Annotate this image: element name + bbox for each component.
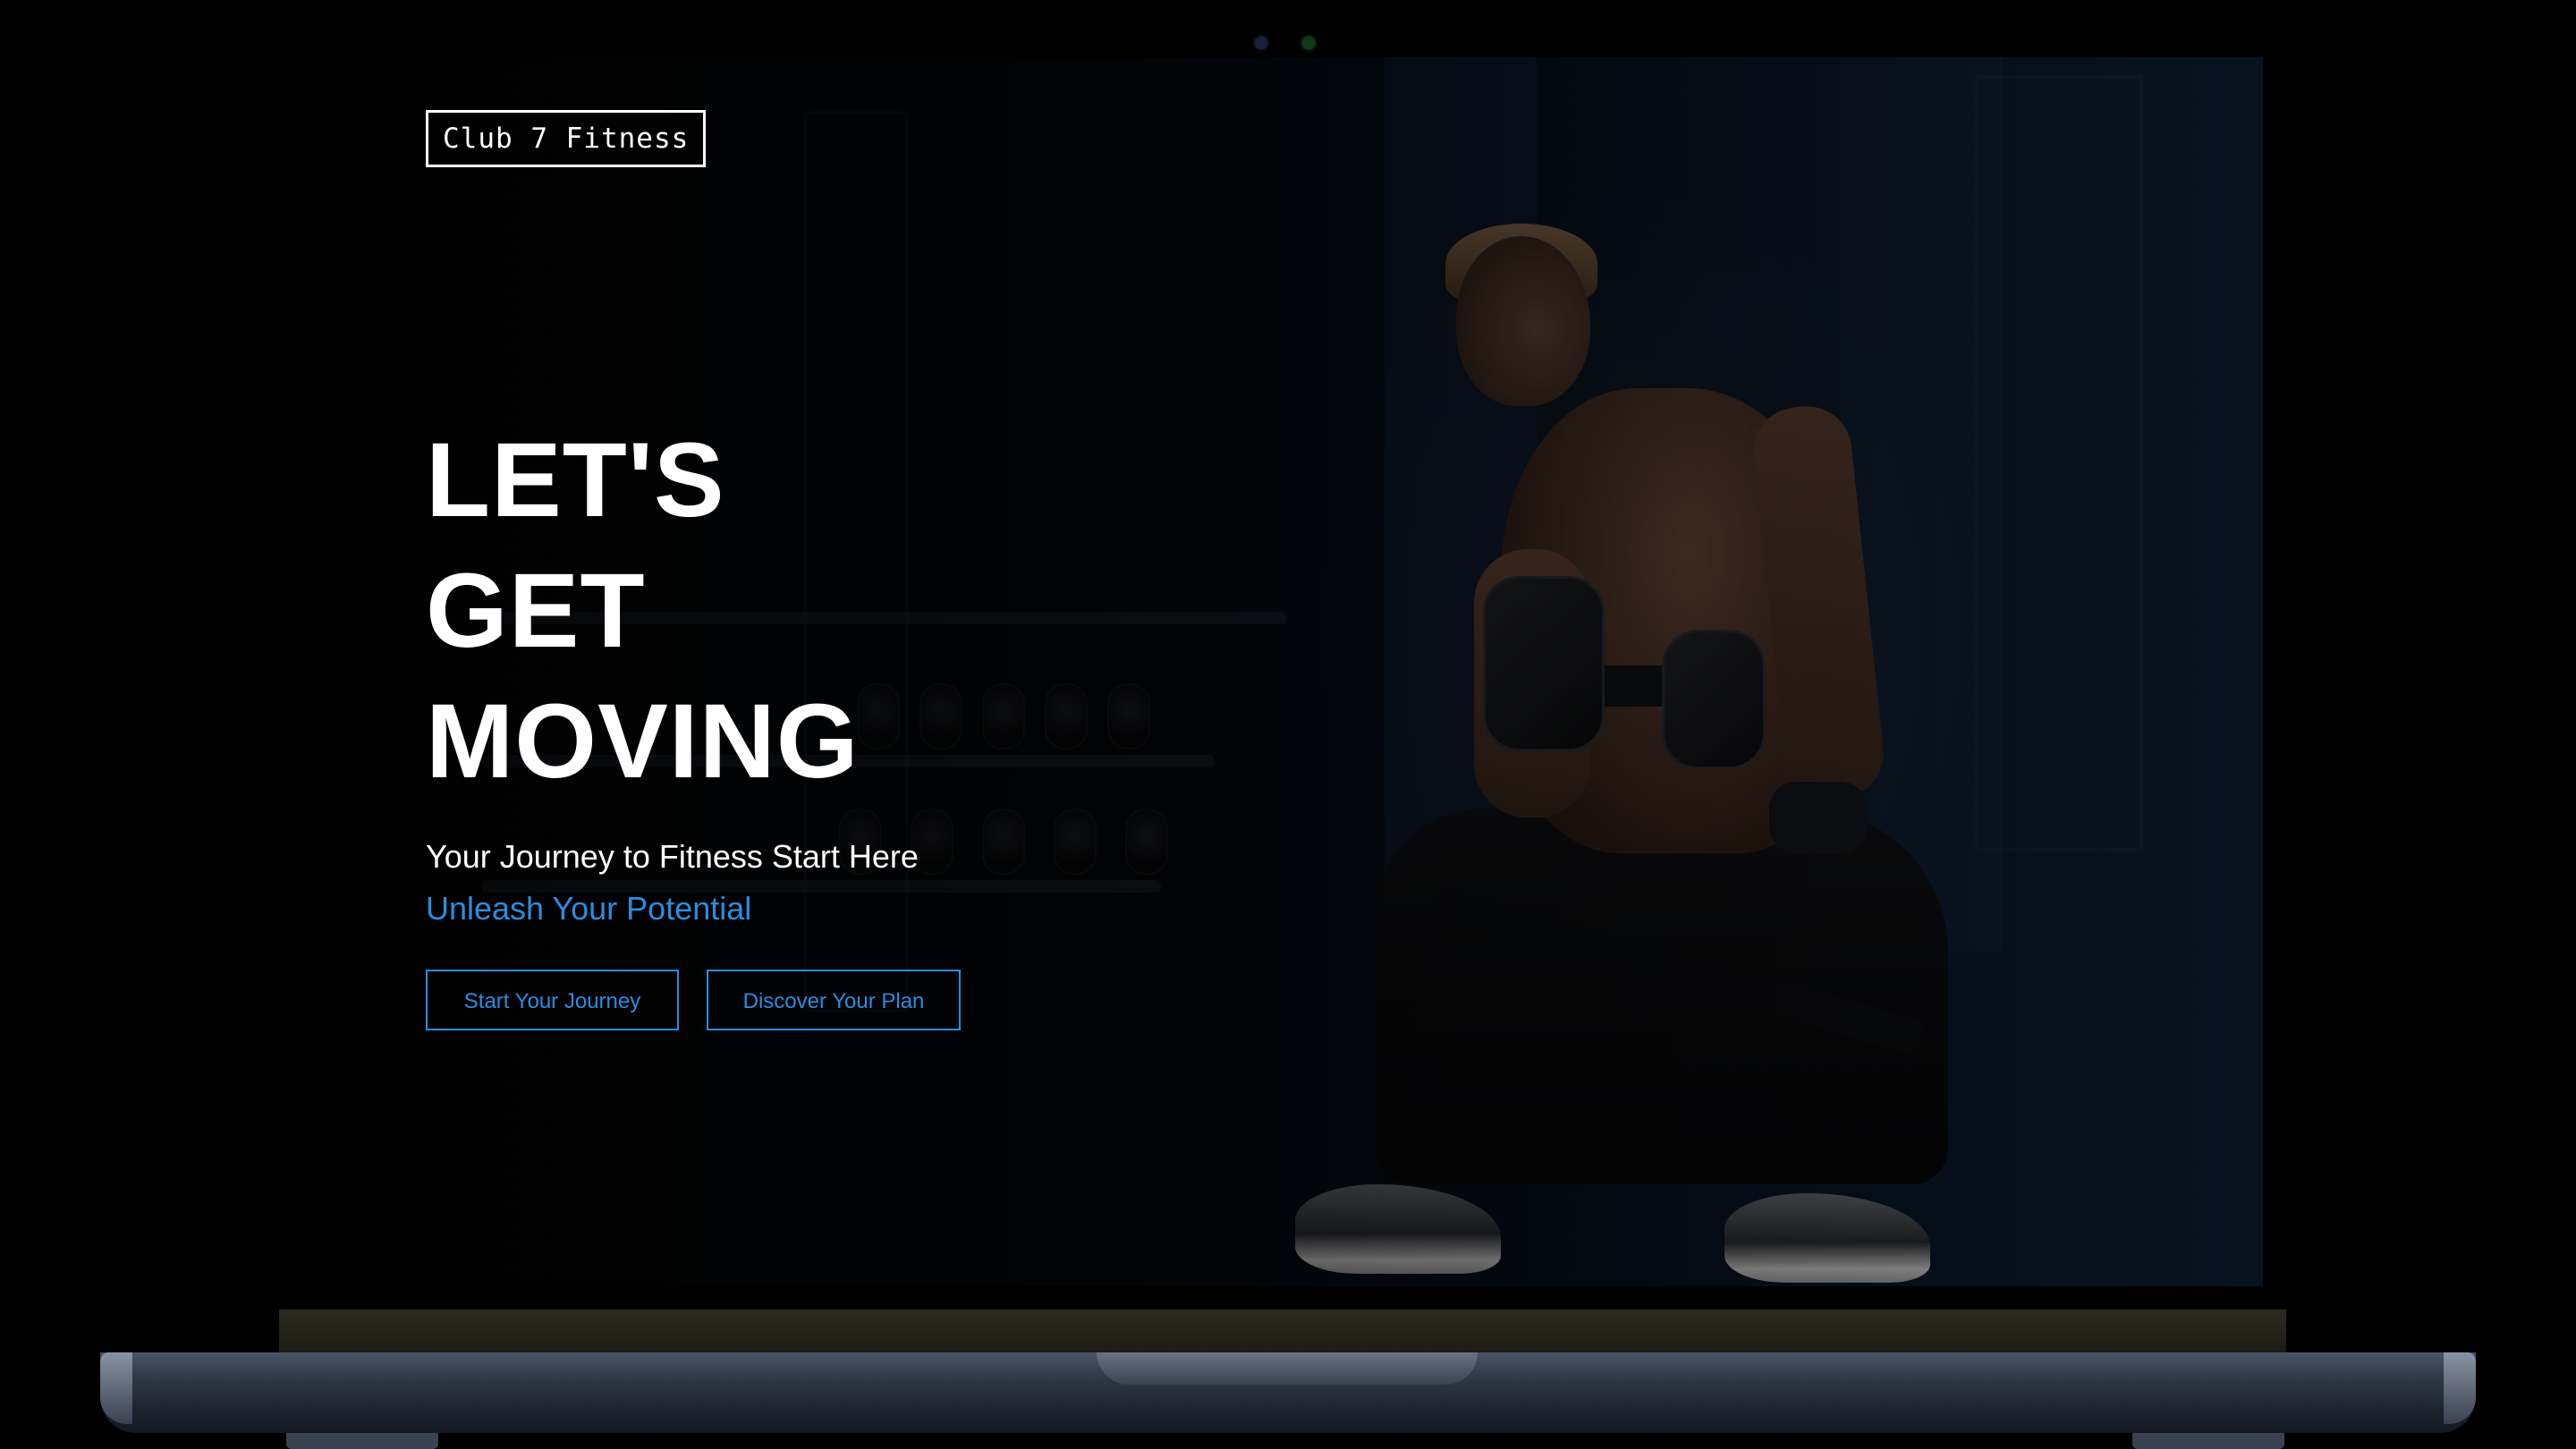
laptop-foot <box>2132 1433 2284 1449</box>
camera-indicator-light <box>1302 37 1315 49</box>
hero-subtagline: Unleash Your Potential <box>426 890 752 927</box>
laptop-base-edge <box>100 1352 132 1424</box>
laptop-foot <box>286 1433 438 1449</box>
discover-plan-button[interactable]: Discover Your Plan <box>707 970 961 1030</box>
hero-tagline: Your Journey to Fitness Start Here <box>426 838 919 875</box>
hero-headline: LET'S GET MOVING <box>426 415 860 807</box>
laptop-mockup: Club 7 Fitness LET'S GET MOVING Your Jou… <box>0 0 2576 1449</box>
headline-line: LET'S <box>426 421 725 539</box>
website-hero-screen: Club 7 Fitness LET'S GET MOVING Your Jou… <box>302 57 2263 1286</box>
headline-line: MOVING <box>426 682 860 801</box>
headline-line: GET <box>426 552 646 670</box>
laptop-hinge <box>279 1309 2286 1354</box>
laptop-notch <box>1097 1352 1478 1385</box>
camera-icon <box>1255 37 1267 49</box>
site-logo[interactable]: Club 7 Fitness <box>426 110 707 167</box>
start-journey-button[interactable]: Start Your Journey <box>426 970 679 1030</box>
